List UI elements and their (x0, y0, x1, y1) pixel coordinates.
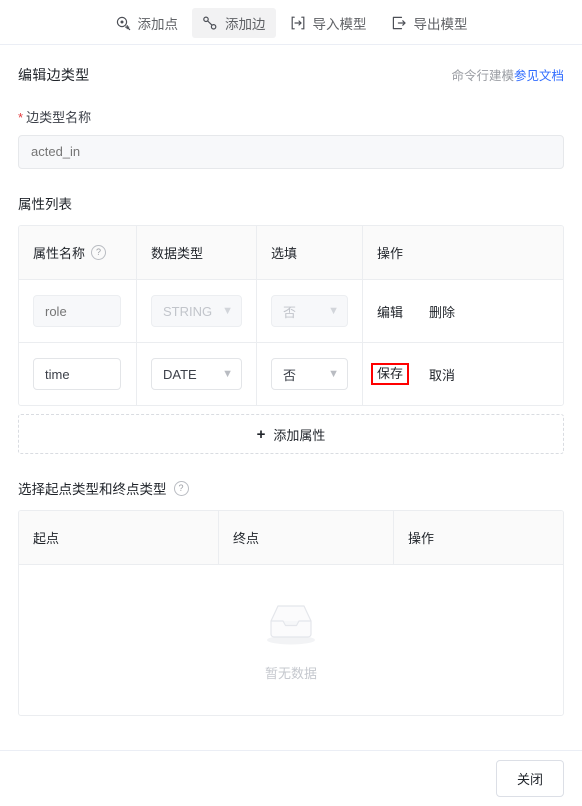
save-button[interactable]: 保存 (371, 362, 410, 386)
chevron-down-icon: ▼ (222, 304, 233, 317)
doc-link[interactable]: 参见文档 (514, 69, 564, 83)
property-name-input[interactable] (33, 358, 121, 390)
add-property-button[interactable]: + 添加属性 (18, 414, 564, 454)
table-row: STRING ▼ 否 ▼ 编辑 删除 (19, 280, 563, 343)
property-optional-cell: 否 ▼ (257, 280, 363, 342)
endpoint-section-title: 选择起点类型和终点类型 ? (18, 478, 564, 498)
required-mark: * (18, 110, 24, 125)
chevron-down-icon: ▼ (328, 367, 339, 380)
toolbar-item-import-model[interactable]: 导入模型 (280, 8, 377, 38)
endpoint-section-title-text: 选择起点类型和终点类型 (18, 482, 167, 497)
property-name-cell (19, 343, 137, 405)
column-header-start: 起点 (19, 511, 219, 564)
column-header-property-name-text: 属性名称 (33, 246, 86, 261)
property-optional-select[interactable]: 否 ▼ (271, 295, 348, 327)
property-type-cell: DATE ▼ (137, 343, 257, 405)
panel-footer: 关闭 (0, 750, 582, 806)
add-edge-icon (202, 15, 218, 31)
endpoint-table-header: 起点 终点 操作 (19, 511, 563, 565)
property-type-select[interactable]: DATE ▼ (151, 358, 242, 390)
delete-button[interactable]: 删除 (429, 302, 455, 321)
panel-header: 编辑边类型 命令行建模参见文档 (18, 65, 564, 85)
page-title: 编辑边类型 (18, 67, 90, 83)
add-point-icon (115, 15, 131, 31)
property-type-value: STRING (163, 303, 213, 319)
property-name-input[interactable] (33, 295, 121, 327)
column-header-operation: 操作 (408, 531, 435, 546)
property-optional-value: 否 (283, 304, 297, 320)
import-model-icon (290, 15, 306, 31)
add-property-label: 添加属性 (273, 427, 326, 443)
toolbar-item-export-model-label: 导出模型 (413, 17, 468, 32)
property-table-header: 属性名称 ? 数据类型 选填 操作 (19, 226, 563, 280)
property-type-select[interactable]: STRING ▼ (151, 295, 242, 327)
column-header-property-name: 属性名称 ? (19, 226, 137, 279)
edit-edge-type-panel: 编辑边类型 命令行建模参见文档 *边类型名称 属性列表 属性名称 ? 数据类型 … (0, 65, 582, 716)
empty-box-icon (258, 598, 324, 653)
toolbar-item-add-point[interactable]: 添加点 (105, 8, 189, 38)
plus-icon: + (256, 425, 266, 443)
cancel-button[interactable]: 取消 (429, 365, 455, 384)
column-header-operation: 操作 (377, 246, 404, 261)
property-actions-cell: 编辑 删除 (363, 280, 563, 342)
property-table: 属性名称 ? 数据类型 选填 操作 STRING ▼ 否 ▼ (18, 225, 564, 406)
cli-modeling-hint: 命令行建模 (451, 69, 514, 83)
help-icon[interactable]: ? (91, 245, 107, 260)
empty-state: 暂无数据 (19, 565, 563, 715)
close-button[interactable]: 关闭 (495, 760, 564, 797)
chevron-down-icon: ▼ (328, 304, 339, 317)
toolbar-item-add-edge[interactable]: 添加边 (192, 8, 276, 38)
property-list-title: 属性列表 (18, 197, 72, 212)
header-links: 命令行建模参见文档 (451, 65, 564, 84)
export-model-icon (391, 15, 407, 31)
top-toolbar: 添加点 添加边 导入模型 导出模型 (0, 0, 582, 45)
property-optional-value: 否 (283, 367, 297, 383)
edge-name-label-text: 边类型名称 (26, 110, 92, 125)
property-optional-select[interactable]: 否 ▼ (271, 358, 348, 390)
column-header-optional: 选填 (257, 226, 363, 279)
empty-state-text: 暂无数据 (264, 666, 317, 681)
column-header-end: 终点 (219, 511, 394, 564)
toolbar-item-import-model-label: 导入模型 (312, 17, 367, 32)
toolbar-item-add-edge-label: 添加边 (225, 17, 266, 32)
help-icon[interactable]: ? (173, 480, 189, 496)
property-name-cell (19, 280, 137, 342)
property-type-value: DATE (163, 366, 197, 382)
chevron-down-icon: ▼ (222, 367, 233, 380)
property-actions-cell: 保存 取消 (363, 343, 563, 405)
endpoint-table: 起点 终点 操作 暂无数据 (18, 510, 564, 716)
edge-name-input[interactable] (18, 135, 564, 169)
property-optional-cell: 否 ▼ (257, 343, 363, 405)
toolbar-item-export-model[interactable]: 导出模型 (381, 8, 478, 38)
edit-button[interactable]: 编辑 (377, 302, 403, 321)
column-header-data-type: 数据类型 (137, 226, 257, 279)
toolbar-item-add-point-label: 添加点 (137, 17, 179, 32)
table-row: DATE ▼ 否 ▼ 保存 取消 (19, 343, 563, 405)
edge-name-label: * 边类型名称 (18, 107, 564, 126)
property-type-cell: STRING ▼ (137, 280, 257, 342)
